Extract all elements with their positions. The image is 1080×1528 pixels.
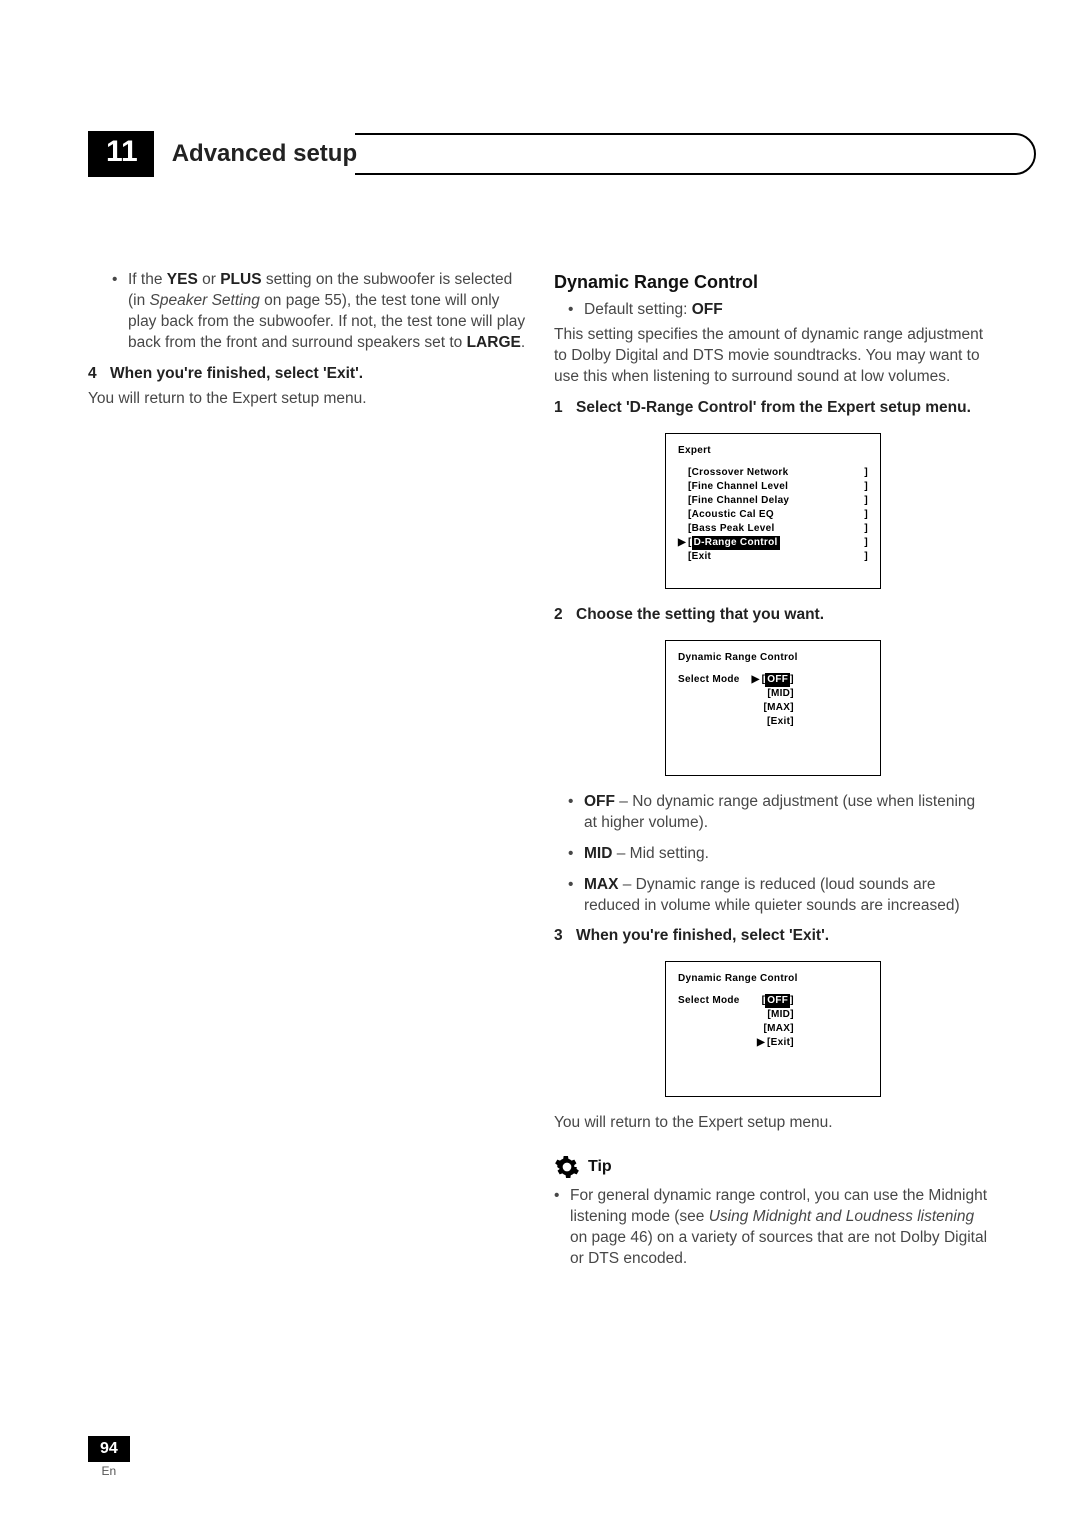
option-name: MID (584, 845, 612, 862)
option-mid: • MID – Mid setting. (568, 844, 992, 865)
osd-title: Expert (678, 444, 868, 458)
osd-option: [ MID ] (750, 687, 794, 701)
option-name: OFF (584, 793, 615, 810)
step-text: When you're finished, select 'Exit'. (110, 365, 363, 382)
step-text: Choose the setting that you want. (576, 606, 824, 623)
osd-mode-label: Select Mode (678, 994, 740, 1050)
step-4: 4When you're finished, select 'Exit'. (88, 364, 526, 385)
page-number: 94 (88, 1436, 130, 1462)
osd-drc-exit: Dynamic Range Control Select Mode [ OFF … (665, 961, 881, 1097)
osd-menu-item: [ Fine Channel Delay ] (678, 494, 868, 508)
step-4-note: You will return to the Expert setup menu… (88, 389, 526, 410)
option-desc: – Dynamic range is reduced (loud sounds … (584, 876, 960, 914)
osd-option: [ Exit ] (750, 715, 794, 729)
section-heading: Dynamic Range Control (554, 270, 992, 294)
osd-option: [ MID ] (750, 1008, 794, 1022)
left-column: • If the YES or PLUS setting on the subw… (88, 270, 526, 1280)
tip-heading: Tip (554, 1154, 992, 1180)
text: Default setting: (584, 301, 692, 318)
osd-menu-item: ▶[ D-Range Control ] (678, 536, 868, 550)
default-setting: • Default setting: OFF (568, 300, 992, 321)
text: or (198, 271, 220, 288)
step-text: When you're finished, select 'Exit'. (576, 927, 829, 944)
chapter-number-badge: 11 (88, 131, 154, 177)
step-number: 4 (88, 364, 110, 385)
option-desc: – No dynamic range adjustment (use when … (584, 793, 975, 831)
chapter-title: Advanced setup (172, 140, 357, 168)
tip-label: Tip (588, 1156, 612, 1178)
step-number: 1 (554, 398, 576, 419)
osd-option: ▶[ OFF ] (750, 673, 794, 687)
osd-drc-select: Dynamic Range Control Select Mode ▶[ OFF… (665, 640, 881, 776)
note-bullet: • If the YES or PLUS setting on the subw… (112, 270, 526, 354)
intro-paragraph: This setting specifies the amount of dyn… (554, 325, 992, 388)
step-text: Select 'D-Range Control' from the Expert… (576, 399, 971, 416)
page-footer: 94 En (88, 1436, 130, 1478)
step-3-note: You will return to the Expert setup menu… (554, 1113, 992, 1134)
step-number: 2 (554, 605, 576, 626)
osd-menu-item: [ Crossover Network ] (678, 466, 868, 480)
osd-menu-item: [ Bass Peak Level ] (678, 522, 868, 536)
osd-title: Dynamic Range Control (678, 972, 868, 986)
step-3: 3When you're finished, select 'Exit'. (554, 926, 992, 947)
option-max: • MAX – Dynamic range is reduced (loud s… (568, 875, 992, 917)
text: . (521, 334, 525, 351)
osd-option: [ MAX ] (750, 1022, 794, 1036)
osd-option: [ OFF ] (750, 994, 794, 1008)
text-italic: Speaker Setting (150, 292, 260, 309)
osd-option: ▶[ Exit ] (750, 1036, 794, 1050)
option-desc: – Mid setting. (612, 845, 709, 862)
osd-menu-item: [ Fine Channel Level ] (678, 480, 868, 494)
option-off: • OFF – No dynamic range adjustment (use… (568, 792, 992, 834)
option-name: MAX (584, 876, 618, 893)
osd-mode-label: Select Mode (678, 673, 740, 729)
osd-menu-item: [ Acoustic Cal EQ ] (678, 508, 868, 522)
step-number: 3 (554, 926, 576, 947)
osd-menu-item: [ Exit ] (678, 550, 868, 564)
chapter-title-rule (355, 130, 1055, 178)
default-value: OFF (692, 301, 723, 318)
text-bold: PLUS (220, 271, 261, 288)
chapter-header: 11 Advanced setup (88, 130, 992, 178)
step-2: 2Choose the setting that you want. (554, 605, 992, 626)
tip-bullet: • For general dynamic range control, you… (554, 1186, 992, 1270)
osd-option: [ MAX ] (750, 701, 794, 715)
right-column: Dynamic Range Control • Default setting:… (554, 270, 992, 1280)
text: If the (128, 271, 167, 288)
text-italic: Using Midnight and Loudness listening (709, 1208, 974, 1225)
gear-icon (554, 1154, 580, 1180)
osd-expert-menu: Expert [ Crossover Network ][ Fine Chann… (665, 433, 881, 589)
osd-title: Dynamic Range Control (678, 651, 868, 665)
text: on page 46) on a variety of sources that… (570, 1229, 987, 1267)
step-1: 1Select 'D-Range Control' from the Exper… (554, 398, 992, 419)
text-bold: YES (167, 271, 198, 288)
page-language: En (88, 1464, 130, 1478)
text-bold: LARGE (467, 334, 521, 351)
